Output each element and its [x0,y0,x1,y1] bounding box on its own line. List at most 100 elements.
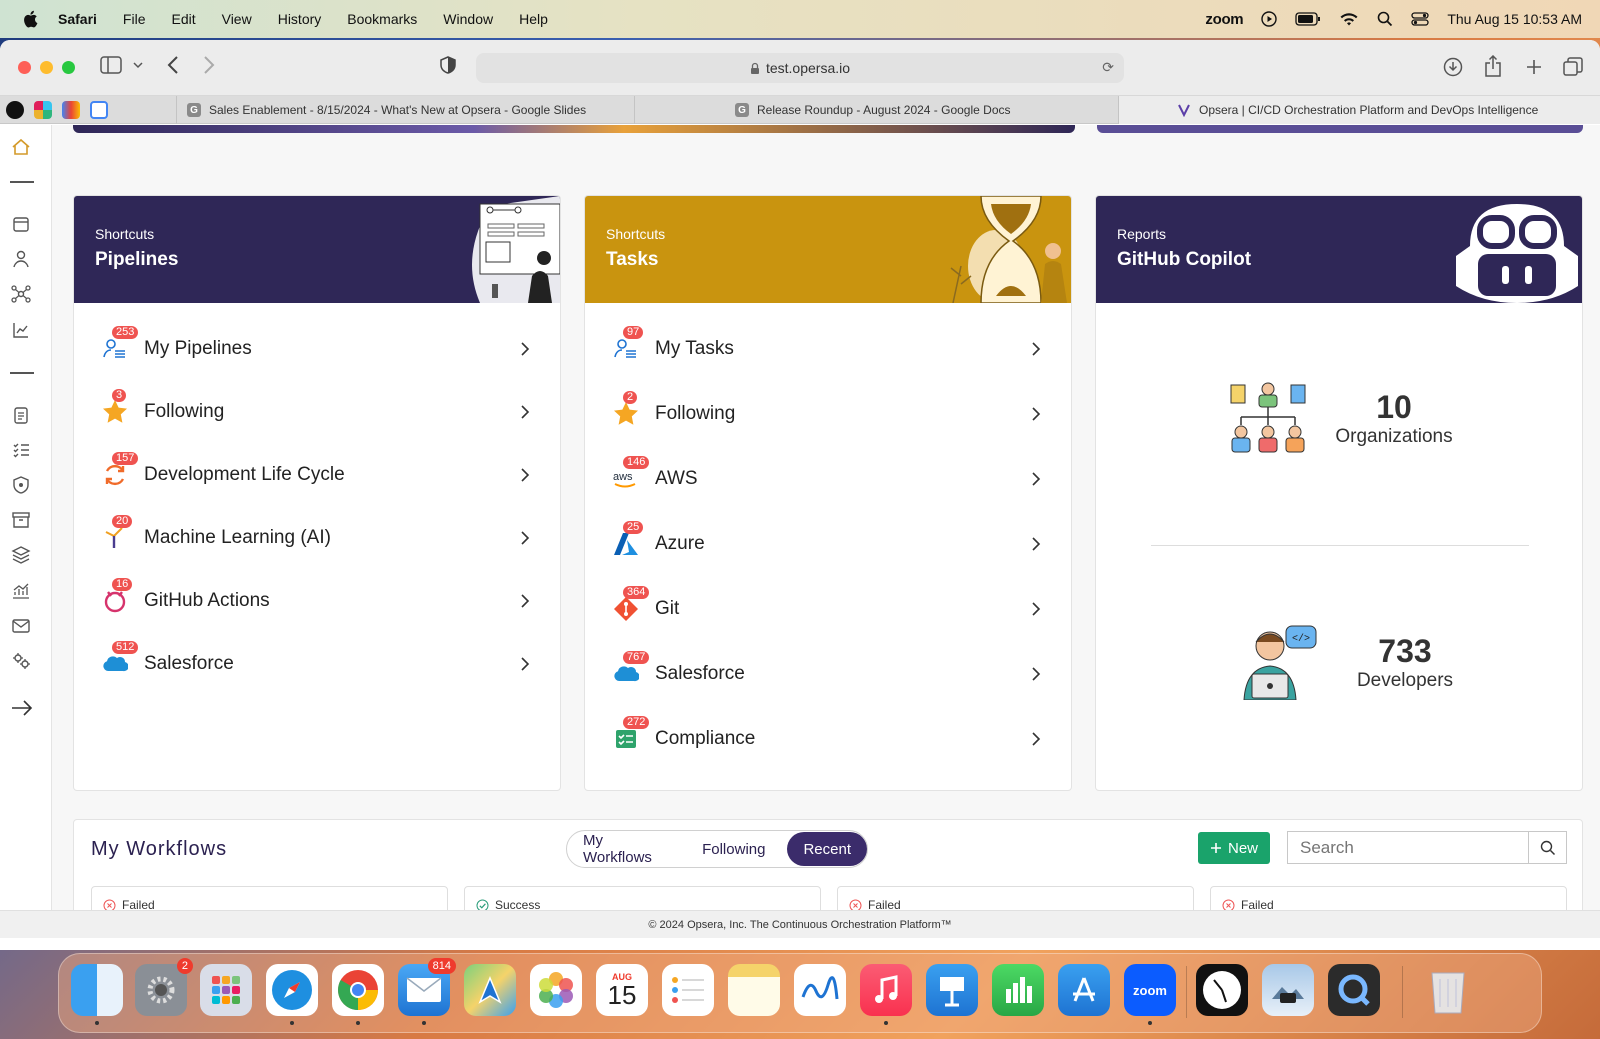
workflow-card[interactable]: Failed [837,886,1194,910]
archive-icon[interactable] [11,510,31,530]
shortcut-aws[interactable]: aws 146 AWS [613,456,1043,499]
user-icon[interactable] [11,249,31,269]
shortcut-following-tasks[interactable]: 2 Following [613,391,1043,434]
analytics-icon[interactable] [11,320,31,340]
hourglass-illustration-icon [950,196,1067,303]
insights-icon[interactable] [11,581,31,601]
pinned-calendar-icon[interactable] [90,101,108,119]
shortcut-machine-learning[interactable]: 20 Machine Learning (AI) [102,515,532,558]
squiggle-icon [801,976,839,1000]
app-store-icon[interactable] [1058,964,1110,1016]
workflow-card[interactable]: Failed [1210,886,1567,910]
workflow-card[interactable]: Failed [91,886,448,910]
clock-app-icon[interactable] [1196,964,1248,1016]
notes-icon[interactable] [728,964,780,1016]
tab-opsera[interactable]: Opsera | CI/CD Orchestration Platform an… [1118,96,1600,124]
mail-app-icon[interactable]: 814 [398,958,456,1016]
play-icon[interactable] [1261,11,1278,27]
shortcut-azure[interactable]: 25 Azure [613,521,1043,564]
pinned-1password-icon[interactable] [6,101,24,119]
spotlight-search-icon[interactable] [1377,11,1393,27]
menu-view[interactable]: View [222,11,252,27]
shortcut-github-actions[interactable]: 16 GitHub Actions [102,578,532,621]
preview-icon[interactable] [1262,964,1314,1016]
pinned-slack-icon[interactable] [34,101,52,119]
shortcut-following[interactable]: 3 Following [102,389,532,432]
search-button[interactable] [1528,832,1566,863]
segment-recent[interactable]: Recent [787,832,867,866]
reload-icon[interactable]: ⟳ [1102,59,1114,76]
shortcut-compliance[interactable]: 272 Compliance [613,716,1043,759]
zoom-app-icon[interactable]: zoom [1124,964,1176,1016]
home-icon[interactable] [11,137,31,157]
privacy-shield-icon[interactable] [440,56,456,74]
calendar-icon[interactable] [11,214,31,234]
new-workflow-button[interactable]: New [1198,832,1270,864]
chevron-down-icon[interactable] [133,62,143,70]
music-icon[interactable] [860,964,912,1016]
security-shield-icon[interactable] [11,475,31,495]
wifi-icon[interactable] [1339,12,1359,27]
chrome-icon[interactable] [332,964,384,1016]
system-settings-icon[interactable]: 2 [135,958,193,1016]
menu-app-name[interactable]: Safari [58,11,97,27]
new-tab-icon[interactable] [1525,58,1543,76]
forward-icon[interactable] [203,56,215,74]
safari-icon[interactable] [266,964,318,1016]
menu-file[interactable]: File [123,11,146,27]
menubar-clock[interactable]: Thu Aug 15 10:53 AM [1447,11,1582,27]
downloads-icon[interactable] [1443,57,1463,77]
layers-icon[interactable] [11,545,31,565]
expand-arrow-icon[interactable] [10,698,34,718]
minimize-window-button[interactable] [40,61,53,74]
tab-release-roundup[interactable]: G Release Roundup - August 2024 - Google… [634,96,1118,124]
quicktime-icon[interactable] [1328,964,1380,1016]
tab-overview-icon[interactable] [1563,57,1583,77]
shortcut-my-tasks[interactable]: 97 My Tasks [613,326,1043,369]
freeform-icon[interactable] [794,964,846,1016]
shortcut-my-pipelines[interactable]: 253 My Pipelines [102,326,532,369]
reminders-icon[interactable] [662,964,714,1016]
checklist-icon[interactable] [11,440,31,460]
menu-bookmarks[interactable]: Bookmarks [347,11,417,27]
shortcut-label: Salesforce [144,653,234,674]
menu-history[interactable]: History [278,11,322,27]
control-center-icon[interactable] [1411,11,1429,27]
zoom-window-button[interactable] [62,61,75,74]
menu-window[interactable]: Window [443,11,493,27]
menu-edit[interactable]: Edit [171,11,195,27]
battery-icon[interactable] [1295,12,1321,26]
shortcut-development-life-cycle[interactable]: 157 Development Life Cycle [102,452,532,495]
keynote-icon[interactable] [926,964,978,1016]
shortcut-salesforce[interactable]: 512 Salesforce [102,641,532,684]
numbers-icon[interactable] [992,964,1044,1016]
workflow-card[interactable]: Success [464,886,821,910]
finder-icon[interactable] [71,964,123,1016]
shortcut-git[interactable]: 364 Git [613,586,1043,629]
launchpad-icon[interactable] [200,964,252,1016]
my-workflows-section: My Workflows My Workflows Following Rece… [73,819,1583,910]
segment-my-workflows[interactable]: My Workflows [567,832,686,866]
mail-icon[interactable] [11,616,31,636]
photos-icon[interactable] [530,964,582,1016]
search-input[interactable] [1288,832,1528,863]
calendar-app-icon[interactable]: AUG 15 [596,964,648,1016]
shortcut-salesforce-tasks[interactable]: 767 Salesforce [613,651,1043,694]
close-window-button[interactable] [18,61,31,74]
share-icon[interactable] [1484,55,1502,77]
zoom-status-item[interactable]: zoom [1205,11,1243,28]
tab-sales-enablement[interactable]: G Sales Enablement - 8/15/2024 - What's … [176,96,634,124]
maps-icon[interactable] [464,964,516,1016]
address-bar[interactable]: test.opersa.io ⟳ [476,53,1124,83]
trash-icon[interactable] [1422,964,1474,1016]
back-icon[interactable] [167,56,179,74]
apple-icon[interactable] [22,10,38,28]
settings-icon[interactable] [11,651,31,671]
clipboard-icon[interactable] [11,405,31,425]
menu-help[interactable]: Help [519,11,548,27]
pinned-gmail-icon[interactable] [62,101,80,119]
sidebar-toggle-icon[interactable] [100,56,122,74]
network-icon[interactable] [11,284,31,304]
user-list-icon: 97 [613,326,644,362]
segment-following[interactable]: Following [686,832,781,866]
